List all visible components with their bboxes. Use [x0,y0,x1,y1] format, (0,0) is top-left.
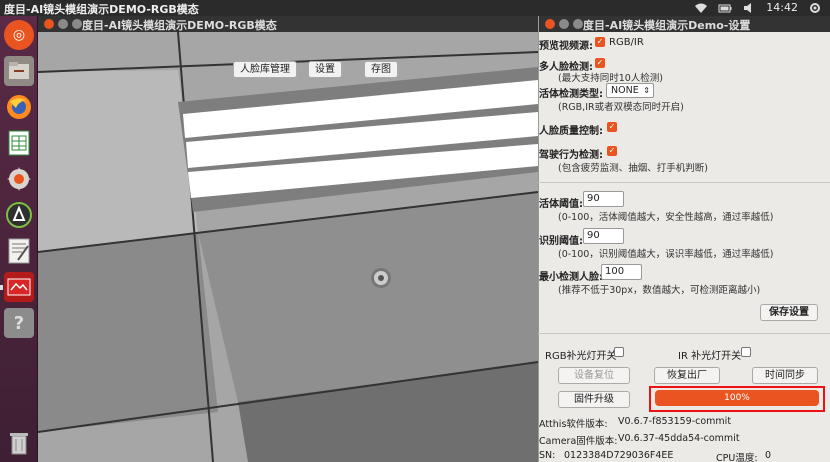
liveness-threshold-hint: (0-100，活体阈值越大，安全性越高，通过率越低) [558,212,774,223]
active-window-title: 度目-AI镜头模组演示DEMO-RGB模态 [4,3,199,16]
minimize-icon[interactable] [559,19,569,29]
rgb-light-label: RGB补光灯开关 [545,351,617,362]
factory-reset-button[interactable]: 恢复出厂 [654,367,720,384]
recog-threshold-input[interactable]: 90 [583,228,624,244]
liveness-type-label: 活体检测类型: [539,89,603,100]
system-tray: 14:42 [694,1,822,14]
cpu-temp-label: CPU温度: [716,453,758,462]
demo-app-icon[interactable] [4,272,34,302]
camera-window-title: 度目-AI镜头模组演示DEMO-RGB模态 [82,19,277,32]
calc-spreadsheet-icon[interactable] [4,128,34,158]
sn-value: 0123384D729036F4EE [564,450,674,461]
liveness-threshold-input[interactable]: 90 [583,191,624,207]
maximize-icon[interactable] [72,19,82,29]
preview-source-checkbox[interactable]: ✓ [595,37,605,47]
text-editor-icon[interactable] [4,236,34,266]
running-indicator [0,285,3,290]
spinner-arrows-icon: ⇕ [643,86,650,95]
save-image-button[interactable]: 存图 [364,61,398,78]
clock[interactable]: 14:42 [766,1,798,14]
face-quality-checkbox[interactable]: ✓ [607,122,617,132]
recog-threshold-label: 识别阈值: [539,236,583,247]
camera-version-value: V0.6.37-45dda54-commit [618,433,740,444]
help-icon[interactable]: ? [4,308,34,338]
save-settings-button[interactable]: 保存设置 [760,304,818,321]
multi-face-checkbox[interactable]: ✓ [595,58,605,68]
camera-video-feed: 人脸库管理 设置 存图 [38,32,538,462]
atthis-version-label: Atthis软件版本: [539,419,608,430]
face-quality-label: 人脸质量控制: [539,126,603,137]
files-icon[interactable] [4,56,34,86]
face-db-button[interactable]: 人脸库管理 [233,61,297,78]
sn-label: SN: [539,450,556,461]
ubuntu-dash-icon[interactable]: ◎ [4,20,34,50]
firmware-upgrade-button[interactable]: 固件升级 [558,391,630,408]
software-updater-icon[interactable] [4,200,34,230]
preview-source-value: RGB/IR [609,37,644,48]
volume-icon[interactable] [742,2,756,14]
battery-icon[interactable] [718,2,732,14]
settings-gear-icon[interactable] [808,2,822,14]
recog-threshold-hint: (0-100，识别阈值越大，误识率越低，通过率越低) [558,249,774,260]
atthis-version-value: V0.6.7-f853159-commit [618,416,732,427]
close-icon[interactable] [44,19,54,29]
liveness-type-hint: (RGB,IR或者双模态同时开启) [558,102,684,113]
time-sync-button[interactable]: 时间同步 [752,367,818,384]
system-settings-icon[interactable] [4,164,34,194]
launcher-sidebar: ◎ ? [0,16,38,462]
camera-window-titlebar[interactable]: 度目-AI镜头模组演示DEMO-RGB模态 [38,16,538,32]
driving-behavior-checkbox[interactable]: ✓ [607,146,617,156]
maximize-icon[interactable] [573,19,583,29]
preview-source-label: 预览视频源: [539,41,593,52]
settings-window-title: 度目-AI镜头模组演示Demo-设置 [583,19,751,32]
cpu-temp-value: 0 [765,450,772,461]
camera-version-label: Camera固件版本: [539,436,618,447]
section-divider [538,333,830,334]
ceiling-scene-image [38,32,538,462]
settings-window-titlebar[interactable]: 度目-AI镜头模组演示Demo-设置 [539,16,830,32]
settings-button[interactable]: 设置 [308,61,342,78]
system-top-bar: 度目-AI镜头模组演示DEMO-RGB模态 14:42 [0,0,830,16]
min-face-hint: (推荐不低于30px，数值越大，可检测距离越小) [558,285,761,296]
minimize-icon[interactable] [58,19,68,29]
rgb-light-checkbox[interactable] [614,347,624,357]
driving-behavior-hint: (包含疲劳监测、抽烟、打手机判断) [558,163,708,174]
close-icon[interactable] [545,19,555,29]
firefox-icon[interactable] [4,92,34,122]
device-reset-button[interactable]: 设备复位 [558,367,630,384]
driving-behavior-label: 驾驶行为检测: [539,150,603,161]
ir-light-checkbox[interactable] [741,347,751,357]
min-face-label: 最小检测人脸: [539,272,603,283]
camera-preview-window: 度目-AI镜头模组演示DEMO-RGB模态 人脸库管理 设置 存图 [38,16,538,462]
liveness-threshold-label: 活体阈值: [539,199,583,210]
liveness-type-select[interactable]: NONE ⇕ [606,83,654,98]
min-face-input[interactable]: 100 [601,264,642,280]
trash-icon[interactable] [4,428,34,458]
multi-face-hint: (最大支持同时10人检测) [558,73,664,84]
highlight-box [649,386,825,412]
wifi-icon[interactable] [694,2,708,14]
ir-light-label: IR 补光灯开关 [678,351,742,362]
section-divider [538,182,830,183]
